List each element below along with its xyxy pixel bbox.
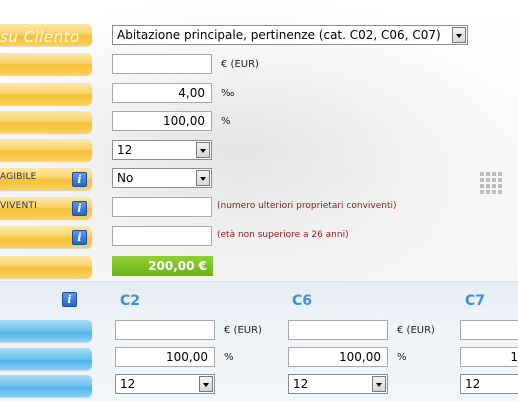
- rendita-unit: € (EUR): [221, 59, 259, 70]
- chevron-down-icon[interactable]: [452, 27, 466, 43]
- grid-logo-icon: [480, 172, 502, 194]
- column-head-c7: C7: [465, 293, 486, 309]
- c6-rendita-unit: € (EUR): [397, 325, 435, 336]
- c2-mesi-select-value: 12: [120, 377, 136, 391]
- info-icon[interactable]: i: [62, 292, 77, 307]
- c2-mesi-select[interactable]: 12: [115, 374, 215, 394]
- c2-possesso-input[interactable]: 100,00: [115, 347, 215, 367]
- c7-mesi-select-value: 12: [465, 377, 481, 391]
- c6-rendita-input[interactable]: [288, 320, 388, 340]
- conviventi-note: (numero ulteriori proprietari conviventi…: [217, 201, 397, 211]
- row-label-possesso-pertinenze: [0, 348, 92, 370]
- conviventi-input[interactable]: [112, 197, 212, 217]
- row-label-text: AGIBILE: [0, 172, 37, 182]
- figli-note: (età non superiore a 26 anni): [217, 230, 349, 240]
- brand-watermark-text: su Cilento: [0, 28, 80, 46]
- c2-rendita-input[interactable]: [115, 320, 215, 340]
- c7-mesi-select[interactable]: 12: [460, 374, 518, 394]
- mesi-select[interactable]: 12: [112, 140, 212, 160]
- chevron-down-icon[interactable]: [196, 142, 210, 158]
- c6-mesi-select-value: 12: [293, 377, 309, 391]
- possesso-input[interactable]: 100,00: [112, 111, 212, 131]
- row-label-mesi-pertinenze: [0, 375, 92, 397]
- row-label-mesi: [0, 139, 92, 161]
- pertinenze-section: i C2 C6 C7 € (EUR) 100,00 % 12 € (EUR) 1…: [0, 281, 518, 401]
- category-select[interactable]: Abitazione principale, pertinenze (cat. …: [112, 25, 468, 45]
- chevron-down-icon[interactable]: [372, 376, 386, 392]
- row-label-text: VIVENTI: [0, 201, 37, 211]
- row-label-possesso: [0, 111, 92, 133]
- row-label-totale: [0, 256, 92, 278]
- c7-rendita-input[interactable]: [460, 320, 518, 340]
- category-select-value: Abitazione principale, pertinenze (cat. …: [117, 28, 441, 42]
- rendita-input[interactable]: [112, 54, 212, 74]
- mesi-select-value: 12: [117, 143, 133, 157]
- c6-possesso-unit: %: [397, 352, 407, 363]
- chevron-down-icon[interactable]: [196, 170, 210, 186]
- info-icon[interactable]: i: [72, 172, 87, 187]
- column-head-c6: C6: [292, 293, 313, 309]
- aliquota-unit: ‰: [221, 88, 235, 99]
- info-icon[interactable]: i: [72, 201, 87, 216]
- c2-possesso-unit: %: [224, 352, 234, 363]
- c7-possesso-input[interactable]: 1: [460, 347, 518, 367]
- chevron-down-icon[interactable]: [199, 376, 213, 392]
- background-logo: [478, 170, 518, 240]
- inagibile-select-value: No: [117, 171, 134, 185]
- figli-input[interactable]: [112, 226, 212, 246]
- total-amount: 200,00 €: [112, 256, 213, 276]
- info-icon[interactable]: i: [72, 230, 87, 245]
- imu-calculator-main-form: su Cilento Abitazione principale, pertin…: [0, 0, 518, 281]
- row-label-rendita: [0, 53, 92, 75]
- row-label-aliquota: [0, 83, 92, 105]
- aliquota-input[interactable]: 4,00: [112, 83, 212, 103]
- possesso-unit: %: [221, 116, 231, 127]
- c2-rendita-unit: € (EUR): [224, 325, 262, 336]
- c6-possesso-input[interactable]: 100,00: [288, 347, 388, 367]
- row-label-rendita-pertinenze: [0, 320, 92, 342]
- c6-mesi-select[interactable]: 12: [288, 374, 388, 394]
- column-head-c2: C2: [120, 293, 141, 309]
- inagibile-select[interactable]: No: [112, 168, 212, 188]
